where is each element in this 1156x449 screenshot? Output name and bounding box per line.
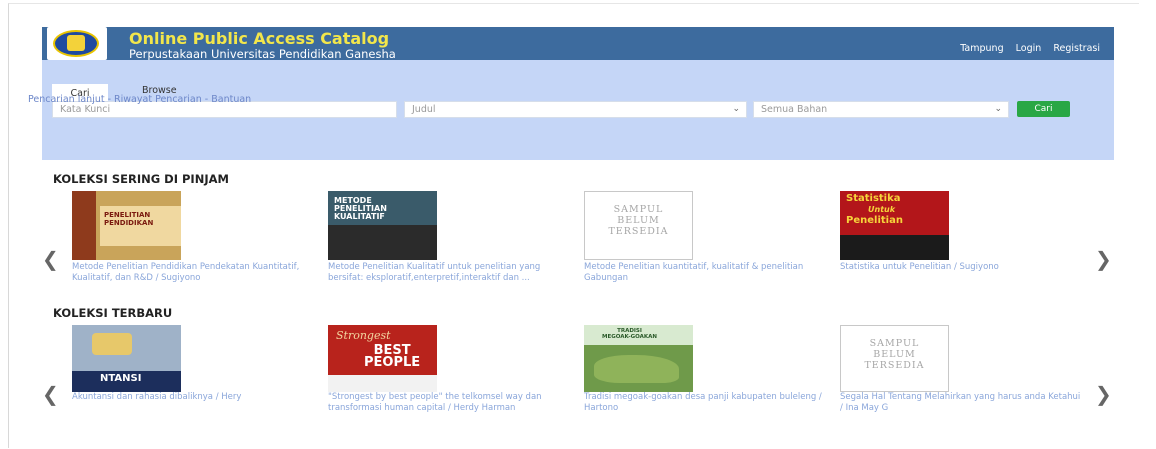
section-title-popular: KOLEKSI SERING DI PINJAM [53,172,229,186]
book-cover-placeholder[interactable]: SAMPUL BELUM TERSEDIA [584,191,693,260]
book-cover[interactable]: Statistika Untuk Penelitian [840,191,949,260]
carousel-prev-button[interactable]: ❮ [42,382,59,406]
section-title-latest: KOLEKSI TERBARU [53,306,173,320]
book-cover[interactable]: METODE PENELITIAN KUALITATIF [328,191,437,260]
material-value: Semua Bahan [761,104,828,115]
search-field-value: Judul [412,104,436,115]
book-caption[interactable]: Akuntansi dan rahasia dibaliknya / Hery [72,392,317,403]
site-title: Online Public Access Catalog [129,29,390,48]
help-link[interactable]: Bantuan [211,94,251,105]
search-panel: Cari Browse Kata Kunci Judul ⌄ Semua Bah… [42,60,1114,160]
carousel-prev-button[interactable]: ❮ [42,247,59,271]
carousel-next-button[interactable]: ❯ [1095,247,1112,271]
book-caption[interactable]: Statistika untuk Penelitian / Sugiyono [840,262,1085,273]
book-cover[interactable]: NTANSI [72,325,181,392]
carousel-next-button[interactable]: ❯ [1095,382,1112,406]
nav-tampung-link[interactable]: Tampung [960,43,1003,54]
advanced-search-link[interactable]: Pencarian lanjut [28,94,105,105]
book-cover-placeholder[interactable]: SAMPUL BELUM TERSEDIA [840,325,949,392]
search-field-select[interactable]: Judul ⌄ [404,101,747,118]
chevron-down-icon: ⌄ [732,104,740,114]
chevron-down-icon: ⌄ [994,104,1002,114]
book-caption[interactable]: "Strongest by best people" the telkomsel… [328,392,573,414]
book-caption[interactable]: Metode Penelitian Pendidikan Pendekatan … [72,262,317,284]
search-links: Pencarian lanjut - Riwayat Pencarian - B… [28,94,252,105]
book-caption[interactable]: Tradisi megoak-goakan desa panji kabupat… [584,392,829,414]
university-logo [47,27,107,60]
book-caption[interactable]: Metode Penelitian Kualitatif untuk penel… [328,262,573,284]
book-caption[interactable]: Metode Penelitian kuantitatif, kualitati… [584,262,829,284]
search-button[interactable]: Cari [1017,101,1070,117]
material-select[interactable]: Semua Bahan ⌄ [753,101,1009,118]
nav-login-link[interactable]: Login [1016,43,1042,54]
header-nav: Tampung Login Registrasi [951,43,1100,54]
search-history-link[interactable]: Riwayat Pencarian [114,94,202,105]
book-cover[interactable]: Strongest BEST PEOPLE [328,325,437,392]
nav-registrasi-link[interactable]: Registrasi [1053,43,1100,54]
site-subtitle: Perpustakaan Universitas Pendidikan Gane… [129,47,396,61]
site-header: Online Public Access Catalog Perpustakaa… [42,27,1114,61]
book-cover[interactable]: PENELITIAN PENDIDIKAN [72,191,181,260]
book-caption[interactable]: Segala Hal Tentang Melahirkan yang harus… [840,392,1085,414]
book-cover[interactable]: TRADISI MEGOAK-GOAKAN [584,325,693,392]
